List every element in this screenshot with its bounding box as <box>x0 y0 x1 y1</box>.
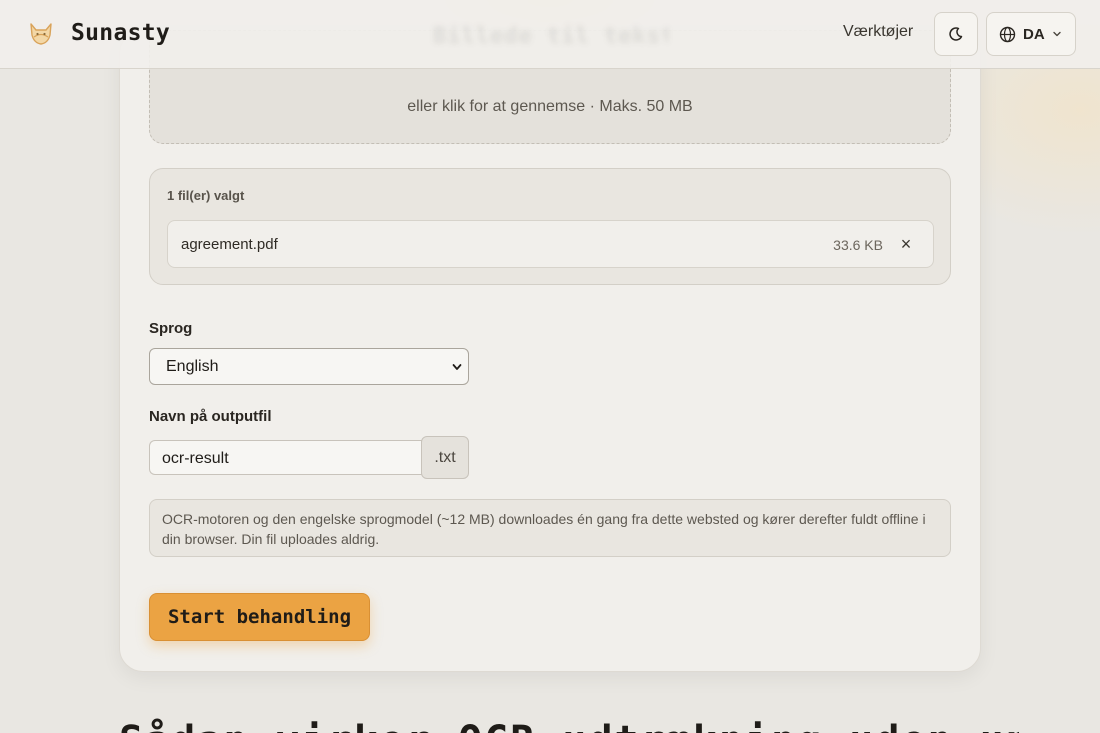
chevron-down-icon <box>1052 31 1061 37</box>
remove-file-button[interactable]: × <box>899 233 913 255</box>
brand-name: Sunasty <box>71 20 171 46</box>
file-row: agreement.pdf 33.6 KB × <box>167 220 934 268</box>
files-count-label: 1 fil(er) valgt <box>167 188 245 203</box>
output-filename-value: ocr-result <box>162 450 229 467</box>
file-extension-addon: .txt <box>421 436 469 479</box>
theme-toggle-button[interactable] <box>934 12 978 56</box>
selected-files-panel: 1 fil(er) valgt agreement.pdf 33.6 KB × <box>149 168 951 285</box>
moon-icon <box>949 27 963 41</box>
file-name: agreement.pdf <box>181 236 278 253</box>
globe-icon <box>999 26 1016 42</box>
chevron-down-icon <box>452 364 462 370</box>
brand-link[interactable]: Sunasty <box>26 18 170 48</box>
language-code: DA <box>1023 25 1045 43</box>
next-section-heading: Sådan virker OCR-udtrækning uden upload <box>119 718 1019 733</box>
dropzone-hint: eller klik for at gennemse · Maks. 50 MB <box>407 98 693 115</box>
language-select[interactable]: English <box>149 348 469 385</box>
top-navigation-bar: Billede til tekst (OCR) Sunasty Værktøje… <box>0 0 1100 69</box>
output-filename-input[interactable]: ocr-result <box>149 440 423 475</box>
start-processing-button[interactable]: Start behandling <box>149 593 370 641</box>
fox-logo-icon <box>30 23 52 45</box>
language-label: Sprog <box>149 320 193 337</box>
offline-info-note: OCR-motoren og den engelske sprogmodel (… <box>149 499 951 557</box>
page-title-behind-header: Billede til tekst (OCR) <box>433 24 668 49</box>
language-switcher-button[interactable]: DA <box>986 12 1076 56</box>
language-select-value: English <box>166 358 219 375</box>
nav-tools-link[interactable]: Værktøjer <box>843 23 913 41</box>
output-filename-label: Navn på outputfil <box>149 408 272 425</box>
file-size: 33.6 KB <box>833 237 883 253</box>
